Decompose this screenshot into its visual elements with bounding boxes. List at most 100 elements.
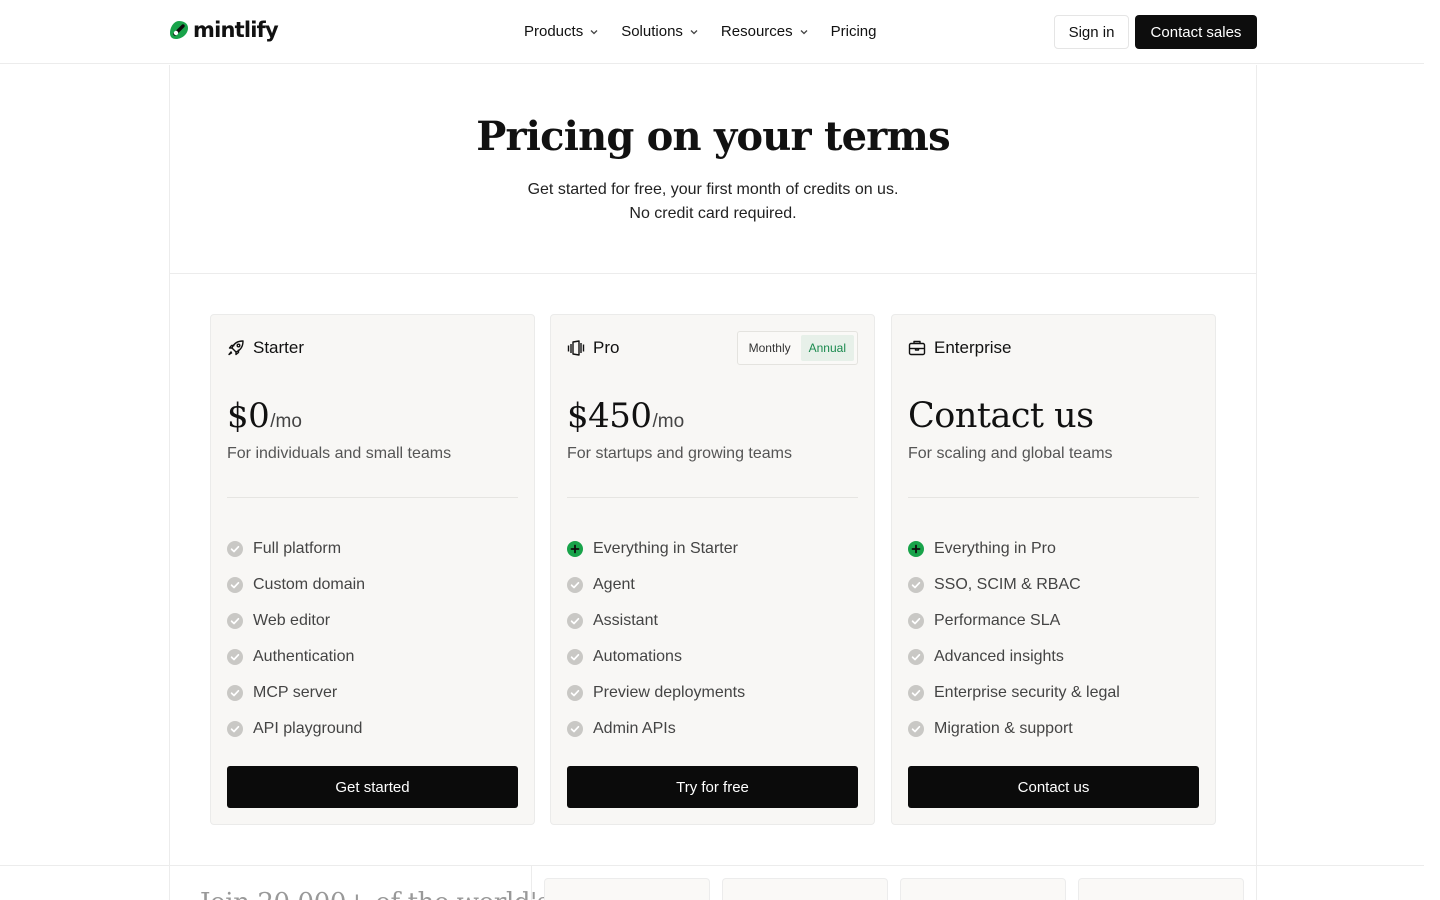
feature-list: Everything in Starter Agent Assistant Au… bbox=[567, 531, 745, 747]
hero-subtitle-line1: Get started for free, your first month o… bbox=[527, 181, 899, 198]
get-started-button[interactable]: Get started bbox=[227, 766, 518, 808]
nav-pricing[interactable]: Pricing bbox=[831, 22, 877, 42]
site-header: mintlify Products Solutions Resources Pr… bbox=[0, 0, 1424, 64]
feature-label: API playground bbox=[253, 720, 363, 737]
check-circle-icon bbox=[567, 685, 583, 701]
feature-label: Migration & support bbox=[934, 720, 1073, 737]
customers-heading: Join 20,000+ of the world's bbox=[200, 888, 550, 900]
check-circle-icon bbox=[227, 541, 243, 557]
feature-item: SSO, SCIM & RBAC bbox=[908, 567, 1120, 603]
feature-list: Everything in Pro SSO, SCIM & RBAC Perfo… bbox=[908, 531, 1120, 747]
plan-description: For startups and growing teams bbox=[567, 445, 792, 462]
feature-label: Assistant bbox=[593, 612, 658, 629]
feature-item: Everything in Starter bbox=[567, 531, 745, 567]
feature-label: Advanced insights bbox=[934, 648, 1064, 665]
nav-products[interactable]: Products bbox=[524, 22, 599, 42]
feature-item: Assistant bbox=[567, 603, 745, 639]
feature-label: Enterprise security & legal bbox=[934, 684, 1120, 701]
feature-label: Performance SLA bbox=[934, 612, 1061, 629]
plan-name: Enterprise bbox=[934, 338, 1012, 357]
feature-item: Custom domain bbox=[227, 567, 365, 603]
feature-item: Automations bbox=[567, 639, 745, 675]
plan-card-starter: Starter $0 /mo For individuals and small… bbox=[210, 314, 535, 825]
billing-annual-option[interactable]: Annual bbox=[800, 335, 854, 361]
price-unit: /mo bbox=[270, 411, 302, 432]
plan-card-pro: Pro Monthly Annual $450 /mo For startups… bbox=[550, 314, 875, 825]
feature-label: Admin APIs bbox=[593, 720, 676, 737]
nav-resources[interactable]: Resources bbox=[721, 22, 809, 42]
customer-logo-tile bbox=[722, 878, 888, 900]
feature-label: Everything in Starter bbox=[593, 540, 738, 557]
plan-name: Pro bbox=[593, 338, 620, 357]
feature-list: Full platform Custom domain Web editor A… bbox=[227, 531, 365, 747]
billing-monthly-option[interactable]: Monthly bbox=[741, 335, 799, 361]
feature-label: Authentication bbox=[253, 648, 355, 665]
feature-item: Admin APIs bbox=[567, 711, 745, 747]
hero-subtitle-line2: No credit card required. bbox=[629, 205, 797, 222]
feature-label: Custom domain bbox=[253, 576, 366, 593]
customer-logo-tile bbox=[900, 878, 1066, 900]
logo-text: mintlify bbox=[193, 18, 279, 42]
book-icon bbox=[567, 340, 585, 356]
card-divider bbox=[567, 497, 858, 498]
briefcase-icon bbox=[908, 340, 926, 356]
sign-in-button[interactable]: Sign in bbox=[1054, 15, 1129, 49]
check-circle-icon bbox=[227, 649, 243, 665]
price-amount: Contact us bbox=[908, 396, 1094, 436]
check-circle-icon bbox=[908, 685, 924, 701]
feature-item: Advanced insights bbox=[908, 639, 1120, 675]
card-divider bbox=[227, 497, 518, 498]
check-circle-icon bbox=[908, 577, 924, 593]
contact-sales-button[interactable]: Contact sales bbox=[1135, 15, 1257, 49]
plus-circle-icon bbox=[908, 541, 924, 557]
feature-item: Agent bbox=[567, 567, 745, 603]
feature-item: Authentication bbox=[227, 639, 365, 675]
price-amount: $0 bbox=[227, 396, 270, 436]
check-circle-icon bbox=[908, 613, 924, 629]
check-circle-icon bbox=[227, 577, 243, 593]
plan-header: Pro bbox=[567, 337, 619, 359]
price-unit: /mo bbox=[652, 411, 685, 432]
customer-logo-tile bbox=[544, 878, 710, 900]
plan-header: Enterprise bbox=[908, 337, 1011, 359]
logo[interactable]: mintlify bbox=[169, 18, 279, 42]
chevron-down-icon bbox=[690, 30, 698, 35]
check-circle-icon bbox=[567, 721, 583, 737]
plan-description: For scaling and global teams bbox=[908, 445, 1113, 462]
plan-name: Starter bbox=[253, 338, 305, 357]
check-circle-icon bbox=[567, 649, 583, 665]
check-circle-icon bbox=[908, 649, 924, 665]
check-circle-icon bbox=[567, 577, 583, 593]
feature-item: Everything in Pro bbox=[908, 531, 1120, 567]
nav-resources-label: Resources bbox=[720, 23, 793, 40]
feature-item: Migration & support bbox=[908, 711, 1120, 747]
check-circle-icon bbox=[567, 613, 583, 629]
plan-card-enterprise: Enterprise Contact us For scaling and gl… bbox=[891, 314, 1216, 825]
nav-solutions[interactable]: Solutions bbox=[621, 22, 699, 42]
nav-products-label: Products bbox=[524, 23, 584, 40]
price-amount: $450 bbox=[567, 396, 652, 436]
feature-item: API playground bbox=[227, 711, 365, 747]
plan-price: $450 /mo bbox=[567, 393, 684, 439]
check-circle-icon bbox=[227, 721, 243, 737]
feature-label: Full platform bbox=[253, 540, 342, 557]
hero-subtitle: Get started for free, your first month o… bbox=[169, 178, 1257, 226]
feature-item: MCP server bbox=[227, 675, 365, 711]
feature-item: Performance SLA bbox=[908, 603, 1120, 639]
chevron-down-icon bbox=[590, 30, 598, 35]
feature-item: Full platform bbox=[227, 531, 365, 567]
feature-item: Enterprise security & legal bbox=[908, 675, 1120, 711]
check-circle-icon bbox=[227, 613, 243, 629]
feature-label: SSO, SCIM & RBAC bbox=[934, 576, 1081, 593]
section-divider bbox=[0, 865, 1424, 866]
feature-item: Preview deployments bbox=[567, 675, 745, 711]
contact-us-button[interactable]: Contact us bbox=[908, 766, 1199, 808]
check-circle-icon bbox=[908, 721, 924, 737]
chevron-down-icon bbox=[800, 30, 808, 35]
feature-label: Web editor bbox=[253, 612, 331, 629]
card-divider bbox=[908, 497, 1199, 498]
plan-description: For individuals and small teams bbox=[227, 445, 452, 462]
rocket-icon bbox=[228, 340, 244, 356]
try-for-free-button[interactable]: Try for free bbox=[567, 766, 858, 808]
main-nav: Products Solutions Resources Pricing bbox=[524, 22, 876, 42]
